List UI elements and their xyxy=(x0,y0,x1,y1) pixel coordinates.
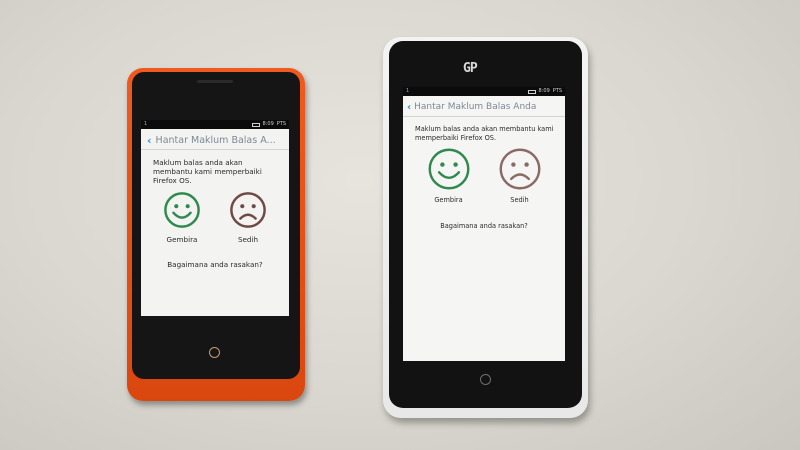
header: ‹ Hantar Maklum Balas A... xyxy=(141,131,289,150)
sad-label: Sedih xyxy=(510,196,529,204)
chevron-left-icon[interactable]: ‹ xyxy=(147,134,152,147)
home-button[interactable] xyxy=(209,347,220,358)
sad-option[interactable]: Sedih xyxy=(229,191,267,244)
feedback-message: Maklum balas anda akan membantu kami mem… xyxy=(153,158,262,185)
page-title: Hantar Maklum Balas A... xyxy=(155,134,276,146)
happy-option[interactable]: Gembira xyxy=(163,191,201,244)
happy-label: Gembira xyxy=(434,196,463,204)
status-time: 8:09 xyxy=(538,88,550,94)
status-bar: 1 8:09 PTS xyxy=(403,87,565,96)
header: ‹ Hantar Maklum Balas Anda xyxy=(403,98,565,117)
battery-icon xyxy=(251,122,260,127)
brand-logo: GP xyxy=(463,61,478,76)
status-network: PTS xyxy=(276,121,286,127)
mood-options: Gembira Sedih xyxy=(413,147,555,204)
earpiece xyxy=(197,80,233,83)
battery-icon xyxy=(527,89,536,94)
status-bar: 1 8:09 PTS xyxy=(141,120,289,129)
white-phone: GP 1 8:09 PTS ‹ Hantar Maklum Balas Anda… xyxy=(383,37,588,418)
feedback-message: Maklum balas anda akan membantu kami mem… xyxy=(415,125,554,142)
status-indicator: 1 xyxy=(144,121,148,127)
happy-option[interactable]: Gembira xyxy=(427,147,471,204)
happy-label: Gembira xyxy=(166,235,198,244)
home-button[interactable] xyxy=(480,374,491,385)
feeling-question: Bagaimana anda rasakan? xyxy=(440,222,528,230)
phone-screen: 1 8:09 PTS ‹ Hantar Maklum Balas Anda Ma… xyxy=(403,87,565,361)
smiley-happy-icon[interactable] xyxy=(163,191,201,229)
feeling-question: Bagaimana anda rasakan? xyxy=(167,260,263,269)
status-network: PTS xyxy=(552,88,562,94)
orange-phone: 1 8:09 PTS ‹ Hantar Maklum Balas A... Ma… xyxy=(127,68,305,401)
sad-label: Sedih xyxy=(237,235,259,244)
smiley-happy-icon[interactable] xyxy=(427,147,471,191)
smiley-sad-icon[interactable] xyxy=(229,191,267,229)
status-indicator: 1 xyxy=(406,88,410,94)
phone-screen: 1 8:09 PTS ‹ Hantar Maklum Balas A... Ma… xyxy=(141,120,289,316)
sad-option[interactable]: Sedih xyxy=(498,147,542,204)
chevron-left-icon[interactable]: ‹ xyxy=(407,102,411,113)
page-title: Hantar Maklum Balas Anda xyxy=(414,102,537,112)
smiley-sad-icon[interactable] xyxy=(498,147,542,191)
mood-options: Gembira Sedih xyxy=(149,191,281,244)
status-time: 8:09 xyxy=(262,121,274,127)
